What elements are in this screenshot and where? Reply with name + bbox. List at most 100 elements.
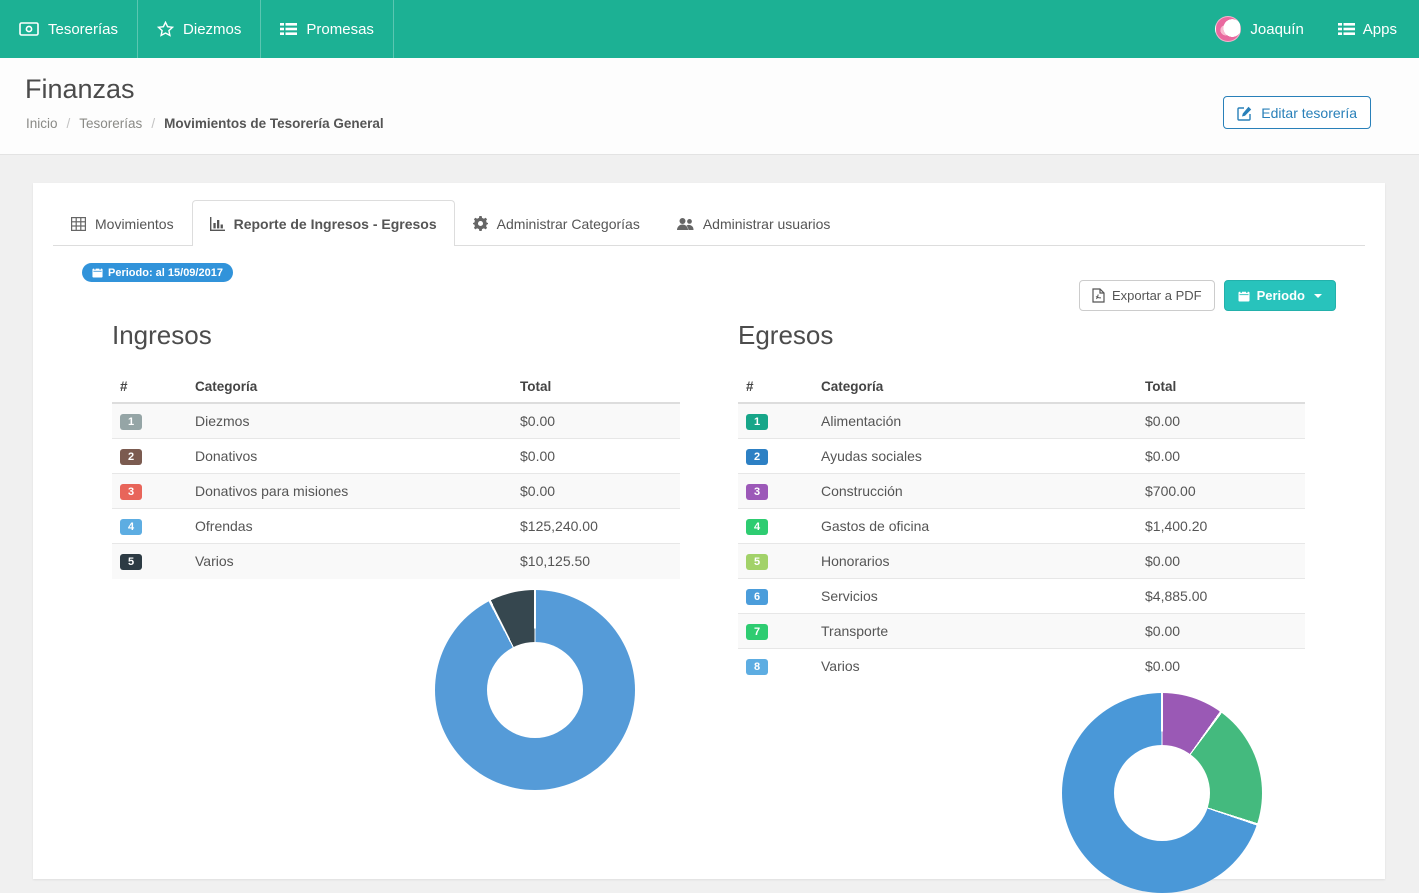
- total-cell: $700.00: [1137, 474, 1305, 509]
- category-cell: Construcción: [813, 474, 1137, 509]
- nav-item-label: Promesas: [306, 21, 374, 38]
- table-row: 3 Donativos para misiones $0.00: [112, 474, 680, 509]
- table-row: 4 Gastos de oficina $1,400.20: [738, 509, 1305, 544]
- tab-label: Administrar Categorías: [497, 216, 640, 232]
- row-number-badge: 5: [746, 554, 768, 570]
- table-row: 3 Construcción $700.00: [738, 474, 1305, 509]
- row-number-badge: 8: [746, 659, 768, 675]
- column-header-category: Categoría: [813, 371, 1137, 403]
- navbar-right: Joaquín Apps: [1215, 0, 1419, 58]
- category-cell: Honorarios: [813, 544, 1137, 579]
- table-row: 5 Honorarios $0.00: [738, 544, 1305, 579]
- total-cell: $1,400.20: [1137, 509, 1305, 544]
- period-badge: Periodo: al 15/09/2017: [82, 263, 233, 282]
- breadcrumb-tesorerias[interactable]: Tesorerías: [79, 116, 142, 131]
- row-number-badge: 1: [120, 414, 142, 430]
- egresos-section: Egresos # Categoría Total 1 Alimentación…: [738, 320, 1305, 684]
- bar-chart-icon: [210, 217, 225, 231]
- report-card: Movimientos Reporte de Ingresos - Egreso…: [33, 183, 1385, 879]
- user-menu[interactable]: Joaquín: [1215, 16, 1303, 42]
- tab-label: Movimientos: [95, 216, 174, 232]
- pencil-square-icon: [1237, 105, 1253, 121]
- apps-menu[interactable]: Apps: [1338, 21, 1397, 38]
- total-cell: $0.00: [512, 439, 680, 474]
- period-dropdown-button[interactable]: Periodo: [1224, 280, 1336, 311]
- apps-label: Apps: [1363, 21, 1397, 38]
- chevron-down-icon: [1314, 294, 1322, 298]
- nav-item-tesorerias[interactable]: Tesorerías: [0, 0, 138, 58]
- category-cell: Donativos para misiones: [187, 474, 512, 509]
- egresos-title: Egresos: [738, 320, 1305, 351]
- row-number-badge: 2: [746, 449, 768, 465]
- table-row: 2 Ayudas sociales $0.00: [738, 439, 1305, 474]
- egresos-donut-chart: [1062, 693, 1262, 893]
- row-number-badge: 4: [120, 519, 142, 535]
- nav-item-label: Tesorerías: [48, 21, 118, 38]
- row-number-badge: 3: [120, 484, 142, 500]
- user-avatar: [1215, 16, 1241, 42]
- ingresos-table: # Categoría Total 1 Diezmos $0.00 2 Dona…: [112, 371, 680, 579]
- table-row: 2 Donativos $0.00: [112, 439, 680, 474]
- ingresos-title: Ingresos: [112, 320, 680, 351]
- column-header-num: #: [112, 371, 187, 403]
- table-row: 8 Varios $0.00: [738, 649, 1305, 684]
- calendar-icon: [92, 267, 103, 278]
- ingresos-donut-chart: [435, 590, 635, 790]
- breadcrumb-home[interactable]: Inicio: [26, 116, 58, 131]
- edit-treasury-label: Editar tesorería: [1261, 105, 1357, 121]
- category-cell: Transporte: [813, 614, 1137, 649]
- category-cell: Alimentación: [813, 403, 1137, 439]
- total-cell: $0.00: [512, 474, 680, 509]
- total-cell: $0.00: [1137, 614, 1305, 649]
- breadcrumb-separator: /: [67, 116, 71, 131]
- total-cell: $10,125.50: [512, 544, 680, 579]
- users-icon: [676, 217, 694, 231]
- donut-hole: [1114, 745, 1210, 841]
- nav-item-diezmos[interactable]: Diezmos: [138, 0, 261, 58]
- donut-hole: [487, 642, 583, 738]
- row-number-badge: 3: [746, 484, 768, 500]
- edit-treasury-button[interactable]: Editar tesorería: [1223, 96, 1371, 129]
- gear-icon: [473, 216, 488, 231]
- period-badge-label: Periodo: al 15/09/2017: [108, 267, 223, 279]
- ingresos-section: Ingresos # Categoría Total 1 Diezmos $0.…: [112, 320, 680, 579]
- nav-item-label: Diezmos: [183, 21, 241, 38]
- row-number-badge: 2: [120, 449, 142, 465]
- total-cell: $4,885.00: [1137, 579, 1305, 614]
- total-cell: $125,240.00: [512, 509, 680, 544]
- row-number-badge: 6: [746, 589, 768, 605]
- category-cell: Donativos: [187, 439, 512, 474]
- column-header-num: #: [738, 371, 813, 403]
- row-number-badge: 7: [746, 624, 768, 640]
- file-pdf-icon: [1092, 288, 1105, 303]
- page-header: Finanzas Inicio / Tesorerías / Movimient…: [0, 58, 1419, 155]
- table-row: 6 Servicios $4,885.00: [738, 579, 1305, 614]
- tab-movimientos[interactable]: Movimientos: [53, 200, 192, 246]
- tab-reporte-ingresos-egresos[interactable]: Reporte de Ingresos - Egresos: [192, 200, 455, 246]
- table-row: 5 Varios $10,125.50: [112, 544, 680, 579]
- nav-item-promesas[interactable]: Promesas: [261, 0, 394, 58]
- category-cell: Gastos de oficina: [813, 509, 1137, 544]
- tab-bar: Movimientos Reporte de Ingresos - Egreso…: [53, 200, 1365, 246]
- breadcrumb-current: Movimientos de Tesorería General: [164, 116, 384, 131]
- category-cell: Servicios: [813, 579, 1137, 614]
- category-cell: Ofrendas: [187, 509, 512, 544]
- tab-label: Reporte de Ingresos - Egresos: [234, 216, 437, 232]
- apps-list-icon: [1338, 22, 1355, 36]
- row-number-badge: 5: [120, 554, 142, 570]
- list-icon: [280, 22, 297, 36]
- export-pdf-label: Exportar a PDF: [1112, 288, 1202, 303]
- period-dropdown-label: Periodo: [1257, 288, 1305, 303]
- total-cell: $0.00: [1137, 403, 1305, 439]
- page-title: Finanzas: [25, 74, 135, 105]
- tab-administrar-categorias[interactable]: Administrar Categorías: [455, 200, 658, 246]
- tab-label: Administrar usuarios: [703, 216, 831, 232]
- tab-administrar-usuarios[interactable]: Administrar usuarios: [658, 200, 849, 246]
- table-row: 7 Transporte $0.00: [738, 614, 1305, 649]
- report-toolbar: Exportar a PDF Periodo: [1079, 280, 1336, 311]
- total-cell: $0.00: [1137, 649, 1305, 684]
- export-pdf-button[interactable]: Exportar a PDF: [1079, 280, 1215, 311]
- breadcrumb: Inicio / Tesorerías / Movimientos de Tes…: [26, 116, 384, 131]
- row-number-badge: 4: [746, 519, 768, 535]
- table-row: 1 Alimentación $0.00: [738, 403, 1305, 439]
